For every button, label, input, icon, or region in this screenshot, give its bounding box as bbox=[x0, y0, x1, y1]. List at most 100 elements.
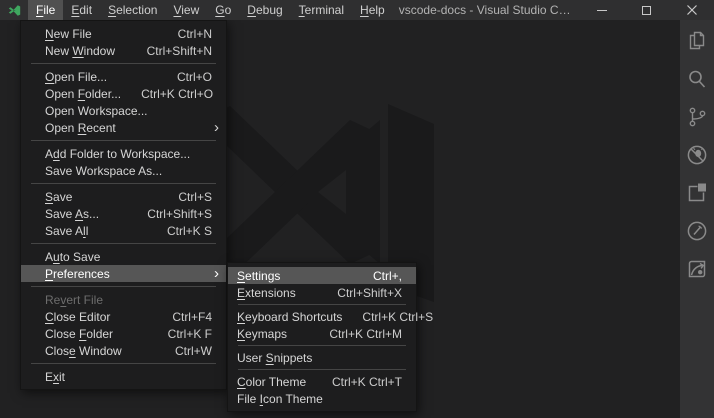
preferences-submenu: Settings Ctrl+, Extensions Ctrl+Shift+X Keyb… bbox=[227, 262, 417, 412]
search-icon[interactable] bbox=[685, 67, 709, 91]
menu-item-label: Settings bbox=[237, 269, 353, 283]
menu-item-shortcut: Ctrl+K Ctrl+O bbox=[141, 87, 213, 101]
menubar-item-terminal[interactable]: Terminal bbox=[291, 0, 352, 20]
menu-item-settings[interactable]: Settings Ctrl+, bbox=[228, 267, 416, 284]
menu-item-label: Open Workspace... bbox=[45, 104, 212, 118]
menu-item-close-window[interactable]: Close Window Ctrl+W bbox=[21, 342, 226, 359]
menu-item-revert-file: Revert File bbox=[21, 291, 226, 308]
minimize-button[interactable] bbox=[579, 0, 624, 20]
menu-item-close-folder[interactable]: Close Folder Ctrl+K F bbox=[21, 325, 226, 342]
menu-separator bbox=[31, 63, 216, 64]
menu-item-label: Save As... bbox=[45, 207, 127, 221]
menu-item-label: Close Window bbox=[45, 344, 155, 358]
menu-item-shortcut: Ctrl+O bbox=[177, 70, 212, 84]
gauge-icon[interactable] bbox=[685, 219, 709, 243]
window-title: vscode-docs - Visual Studio Code - Insid… bbox=[393, 3, 579, 17]
menu-item-label: Revert File bbox=[45, 293, 212, 307]
menu-item-open-workspace[interactable]: Open Workspace... bbox=[21, 102, 226, 119]
minimize-icon bbox=[597, 10, 607, 11]
menu-item-label: Auto Save bbox=[45, 250, 212, 264]
menu-item-open-folder[interactable]: Open Folder... Ctrl+K Ctrl+O bbox=[21, 85, 226, 102]
menu-separator bbox=[238, 345, 406, 346]
menu-item-label: Color Theme bbox=[237, 375, 312, 389]
close-button[interactable] bbox=[669, 0, 714, 20]
menu-item-label: Open Folder... bbox=[45, 87, 121, 101]
explorer-icon[interactable] bbox=[685, 29, 709, 53]
menubar-item-view[interactable]: View bbox=[165, 0, 207, 20]
menu-item-open-recent[interactable]: Open Recent bbox=[21, 119, 226, 136]
menubar-item-edit[interactable]: Edit bbox=[63, 0, 100, 20]
menu-item-label: Help bbox=[360, 3, 385, 17]
menubar-item-go[interactable]: Go bbox=[207, 0, 239, 20]
menu-item-label: Open Recent bbox=[45, 121, 212, 135]
menu-item-shortcut: Ctrl+S bbox=[178, 190, 212, 204]
menu-item-shortcut: Ctrl+K Ctrl+T bbox=[332, 375, 402, 389]
menu-item-label: Terminal bbox=[299, 3, 344, 17]
menu-separator bbox=[238, 304, 406, 305]
debug-icon[interactable] bbox=[685, 143, 709, 167]
menu-item-shortcut: Ctrl+Shift+N bbox=[147, 44, 212, 58]
docs-preview-icon[interactable] bbox=[685, 257, 709, 281]
extensions-icon[interactable] bbox=[685, 181, 709, 205]
menu-item-auto-save[interactable]: Auto Save bbox=[21, 248, 226, 265]
activity-bar bbox=[680, 20, 714, 418]
close-icon bbox=[687, 5, 697, 15]
menu-item-extensions[interactable]: Extensions Ctrl+Shift+X bbox=[228, 284, 416, 301]
menubar-item-help[interactable]: Help bbox=[352, 0, 393, 20]
menu-item-user-snippets[interactable]: User Snippets bbox=[228, 349, 416, 366]
menu-item-label: Extensions bbox=[237, 286, 317, 300]
menu-item-add-folder-to-workspace[interactable]: Add Folder to Workspace... bbox=[21, 145, 226, 162]
vscode-insiders-logo-icon bbox=[8, 4, 21, 17]
menu-item-label: Debug bbox=[247, 3, 282, 17]
menu-item-keyboard-shortcuts[interactable]: Keyboard ShortcutsCtrl+K Ctrl+S bbox=[228, 308, 416, 325]
menu-item-shortcut: Ctrl+W bbox=[175, 344, 212, 358]
menu-separator bbox=[31, 140, 216, 141]
menu-item-label: Add Folder to Workspace... bbox=[45, 147, 212, 161]
source-control-icon[interactable] bbox=[685, 105, 709, 129]
menu-separator bbox=[31, 243, 216, 244]
menu-item-shortcut: Ctrl+K Ctrl+M bbox=[329, 327, 402, 341]
menu-item-label: File bbox=[36, 3, 55, 17]
menu-separator bbox=[31, 286, 216, 287]
menu-item-label: Save bbox=[45, 190, 158, 204]
menu-item-exit[interactable]: Exit bbox=[21, 368, 226, 385]
menu-item-keymaps[interactable]: Keymaps Ctrl+K Ctrl+M bbox=[228, 325, 416, 342]
menu-item-shortcut: Ctrl+Shift+S bbox=[147, 207, 212, 221]
menu-item-shortcut: Ctrl+, bbox=[373, 269, 402, 283]
menu-item-label: Save Workspace As... bbox=[45, 164, 212, 178]
menu-item-label: Preferences bbox=[45, 267, 212, 281]
menubar-item-selection[interactable]: Selection bbox=[100, 0, 165, 20]
menubar-item-debug[interactable]: Debug bbox=[239, 0, 290, 20]
menu-separator bbox=[31, 183, 216, 184]
menu-item-save-as[interactable]: Save As... Ctrl+Shift+S bbox=[21, 205, 226, 222]
menu-item-shortcut: Ctrl+K S bbox=[167, 224, 212, 238]
menu-item-label: File Icon Theme bbox=[237, 392, 402, 406]
file-menu: New FileCtrl+N New Window Ctrl+Shift+N Open… bbox=[20, 20, 227, 390]
menu-item-save[interactable]: Save Ctrl+S bbox=[21, 188, 226, 205]
menu-item-preferences[interactable]: Preferences bbox=[21, 265, 226, 282]
maximize-icon bbox=[642, 6, 651, 15]
menu-item-label: View bbox=[173, 3, 199, 17]
menu-item-shortcut: Ctrl+K F bbox=[168, 327, 212, 341]
menu-item-label: Edit bbox=[71, 3, 92, 17]
menu-item-label: Keymaps bbox=[237, 327, 309, 341]
menu-separator bbox=[31, 363, 216, 364]
menu-item-shortcut: Ctrl+Shift+X bbox=[337, 286, 402, 300]
menu-item-file-icon-theme[interactable]: File Icon Theme bbox=[228, 390, 416, 407]
menu-item-label: New Window bbox=[45, 44, 127, 58]
maximize-button[interactable] bbox=[624, 0, 669, 20]
window-controls bbox=[579, 0, 714, 20]
menu-item-close-editor[interactable]: Close EditorCtrl+F4 bbox=[21, 308, 226, 325]
menu-item-new-file[interactable]: New FileCtrl+N bbox=[21, 25, 226, 42]
menu-item-new-window[interactable]: New Window Ctrl+Shift+N bbox=[21, 42, 226, 59]
menu-item-label: Go bbox=[215, 3, 231, 17]
menu-item-save-workspace-as[interactable]: Save Workspace As... bbox=[21, 162, 226, 179]
menu-item-label: Close Folder bbox=[45, 327, 148, 341]
menu-item-open-file[interactable]: Open File...Ctrl+O bbox=[21, 68, 226, 85]
menubar-item-file[interactable]: File bbox=[28, 0, 63, 20]
menu-item-shortcut: Ctrl+N bbox=[178, 27, 212, 41]
menu-item-label: Selection bbox=[108, 3, 157, 17]
menu-item-save-all[interactable]: Save AllCtrl+K S bbox=[21, 222, 226, 239]
menu-item-label: Close Editor bbox=[45, 310, 152, 324]
menu-item-color-theme[interactable]: Color Theme Ctrl+K Ctrl+T bbox=[228, 373, 416, 390]
